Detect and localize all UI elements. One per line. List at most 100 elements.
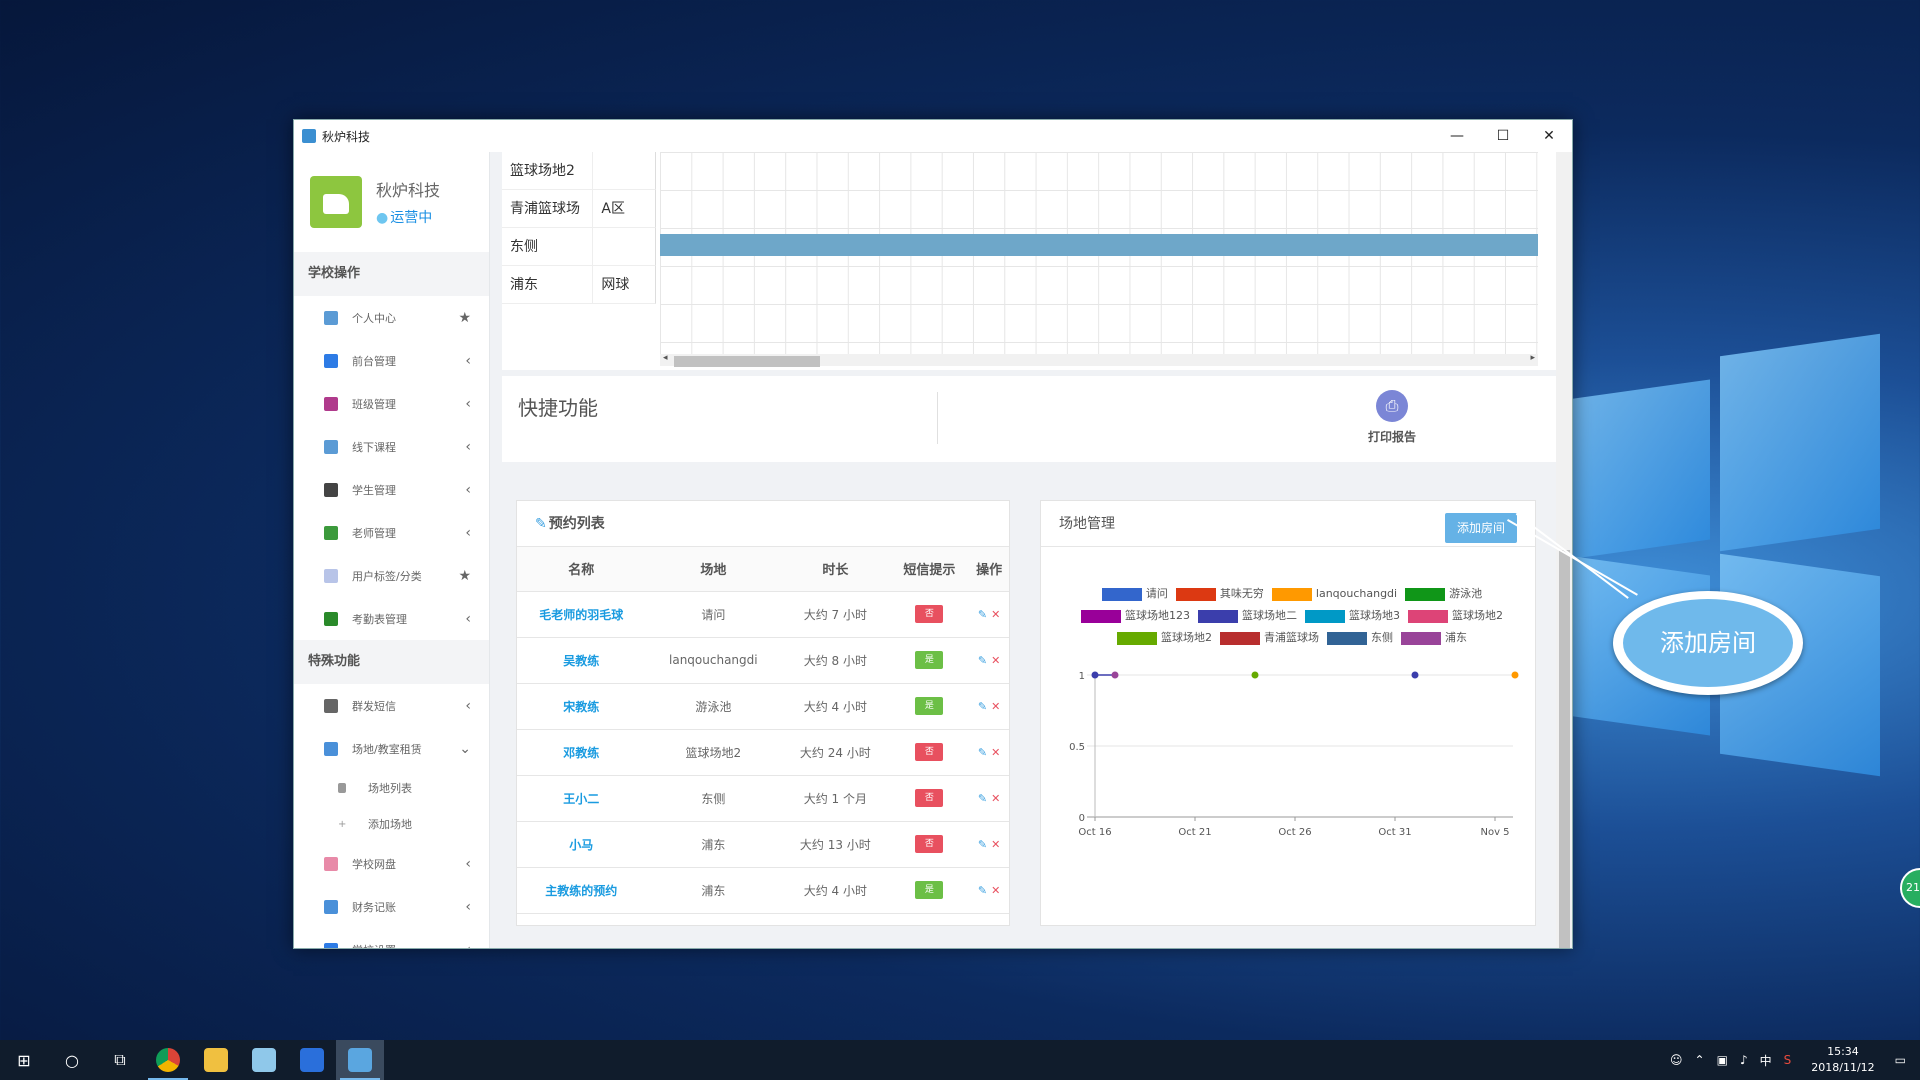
venue-panel: 场地管理 添加房间 请问 其味无穷 lanqouchangdi 游泳池篮球场地123 篮… [1040,500,1536,926]
sidebar-item-a-6[interactable]: 用户标签/分类 ★ [294,554,489,597]
sidebar-item-b-2[interactable]: 场地列表 [294,770,489,806]
chevron-left-icon: ‹ [465,352,471,369]
booking-bar[interactable] [660,234,1538,256]
search-icon[interactable]: ○ [48,1040,96,1080]
delete-icon[interactable]: ✕ [991,792,1000,805]
sidebar-item-a-1[interactable]: 前台管理 ‹ [294,339,489,382]
edit-icon[interactable]: ✎ [978,654,987,667]
ops-cell: ✎ ✕ [969,683,1009,730]
delete-icon[interactable]: ✕ [991,608,1000,621]
table-row: 吴教练 lanqouchangdi 大约 8 小时是 ✎ ✕ [517,637,1009,684]
people-icon[interactable]: ☺ [1670,1053,1683,1067]
edit-icon[interactable]: ✎ [978,700,987,713]
notepad-icon[interactable] [240,1040,288,1080]
start-icon[interactable]: ⊞ [0,1040,48,1080]
scroll-left-icon[interactable]: ◂ [663,353,668,363]
sidebar-item-b-5[interactable]: 财务记账 ‹ [294,885,489,928]
chevron-left-icon: ‹ [465,524,471,541]
task-view-icon[interactable]: ⧉ [96,1040,144,1080]
delete-icon[interactable]: ✕ [991,654,1000,667]
sogou-icon[interactable]: S [1784,1053,1792,1067]
sidebar-item-b-4[interactable]: 学校网盘 ‹ [294,842,489,885]
y-tick-label: 0 [1079,813,1085,824]
sidebar-item-icon [324,482,338,497]
sidebar-item-icon [324,439,338,454]
school-logo [310,176,362,228]
reservation-name[interactable]: 小马 [517,821,646,868]
vertical-scrollbar-thumb[interactable] [1559,550,1570,948]
titlebar: 秋炉科技 — ☐ ✕ [294,120,1572,152]
reservation-name[interactable]: 邓教练 [517,729,646,776]
reservation-name[interactable]: 吴教练 [517,637,646,684]
scroll-right-icon[interactable]: ▸ [1530,353,1535,363]
sidebar-item-b-6[interactable]: 学校设置 ‹ [294,928,489,948]
reservation-venue: 游泳池 [645,683,782,730]
sidebar-item-icon [324,741,338,756]
chrome-icon[interactable] [144,1040,192,1080]
data-point [1411,671,1419,679]
delete-icon[interactable]: ✕ [991,746,1000,759]
table-row: 宋教练 游泳池 大约 4 小时是 ✎ ✕ [517,683,1009,730]
clock[interactable]: 15:34 2018/11/12 [1811,1044,1874,1076]
edit-icon[interactable]: ✎ [978,746,987,759]
notification-icon[interactable]: ▭ [1895,1053,1906,1067]
sidebar-item-label: 添加场地 [368,818,412,831]
wps-icon[interactable] [288,1040,336,1080]
schedule-row: 浦东 网球 [502,266,656,304]
reservation-table: 名称 场地 时长 短信提示 操作 毛老师的羽毛球 请问 大约 7 小时否 ✎ ✕ 吴教练 lanqo… [517,547,1009,914]
reservation-name[interactable]: 王小二 [517,775,646,822]
column-header: 短信提示 [889,547,970,592]
sidebar-item-a-2[interactable]: 班级管理 ‹ [294,382,489,425]
reservation-name[interactable]: 宋教练 [517,683,646,730]
ime-indicator[interactable]: 中 [1760,1052,1772,1069]
star-icon: ★ [458,567,471,584]
chevron-left-icon: ‹ [465,395,471,412]
file-explorer-icon[interactable] [192,1040,240,1080]
close-button[interactable]: ✕ [1526,120,1572,152]
sidebar-item-label: 财务记账 [352,900,396,914]
reservation-duration: 大约 13 小时 [781,821,890,868]
edit-icon[interactable]: ✎ [978,608,987,621]
edit-icon[interactable]: ✎ [978,792,987,805]
reservation-name[interactable]: 主教练的预约 [517,867,646,914]
sidebar-item-a-3[interactable]: 线下课程 ‹ [294,425,489,468]
sidebar-item-a-5[interactable]: 老师管理 ‹ [294,511,489,554]
floating-badge[interactable]: 21 [1900,868,1920,908]
divider [937,392,938,444]
venue-area [593,228,655,265]
horizontal-scrollbar[interactable]: ◂ ▸ [660,353,1538,367]
print-report-button[interactable]: ⎙ 打印报告 [1362,390,1422,445]
delete-icon[interactable]: ✕ [991,700,1000,713]
reservation-name[interactable]: 毛老师的羽毛球 [517,591,646,638]
chevron-left-icon: ‹ [465,942,471,949]
sidebar-item-b-1[interactable]: 场地/教室租赁 ⌄ [294,727,489,770]
sidebar-item-b-0[interactable]: 群发短信 ‹ [294,684,489,727]
sidebar-item-icon [324,942,338,948]
app-window: 秋炉科技 — ☐ ✕ 秋炉科技 运营中 学校操作 个人中心 ★ 前台管理 ‹ 班级管理 ‹… [293,119,1573,949]
venue-name: 青浦篮球场 [502,190,594,227]
minimize-button[interactable]: — [1434,120,1480,152]
edit-icon[interactable]: ✎ [978,838,987,851]
schedule-row: 东侧 [502,228,656,266]
chevron-up-icon[interactable]: ⌃ [1695,1053,1705,1067]
scrollbar-thumb[interactable] [674,356,820,367]
delete-icon[interactable]: ✕ [991,838,1000,851]
edit-icon[interactable]: ✎ [978,884,987,897]
venue-name: 东侧 [502,228,594,265]
reservation-venue: 浦东 [645,821,782,868]
sidebar-item-b-3[interactable]: + 添加场地 [294,806,489,842]
volume-icon[interactable]: ♪ [1740,1053,1748,1067]
sms-cell: 否 [889,821,970,868]
data-point [1111,671,1119,679]
sidebar-item-a-0[interactable]: 个人中心 ★ [294,296,489,339]
x-tick-label: Nov 5 [1480,827,1509,838]
sidebar-item-a-4[interactable]: 学生管理 ‹ [294,468,489,511]
network-icon[interactable]: ▣ [1717,1053,1728,1067]
sidebar-item-a-7[interactable]: 考勤表管理 ‹ [294,597,489,640]
sidebar-item-icon [324,396,338,411]
maximize-button[interactable]: ☐ [1480,120,1526,152]
qiulu-app-icon[interactable] [336,1040,384,1080]
sms-cell: 是 [889,867,970,914]
delete-icon[interactable]: ✕ [991,884,1000,897]
venue-area: A区 [601,201,625,217]
